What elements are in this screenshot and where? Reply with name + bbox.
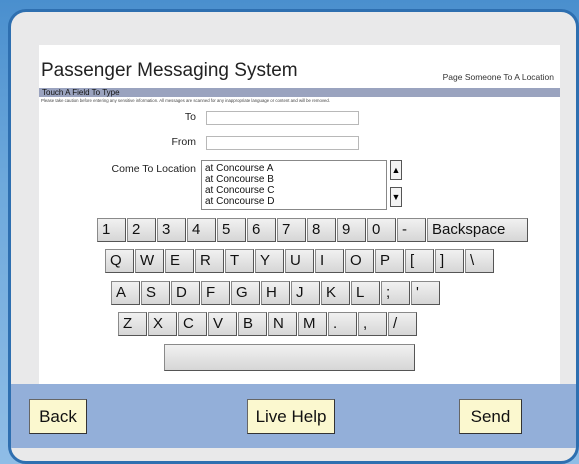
key-m[interactable]: M	[298, 312, 327, 336]
key-i[interactable]: I	[315, 249, 344, 273]
key-u[interactable]: U	[285, 249, 314, 273]
send-button[interactable]: Send	[459, 399, 522, 434]
scroll-down-button[interactable]: ▼	[390, 187, 402, 207]
key-d[interactable]: D	[171, 281, 200, 305]
instruction-text: Touch A Field To Type	[42, 88, 120, 97]
footer-bar: Back Live Help Send	[11, 384, 576, 448]
key-a[interactable]: A	[111, 281, 140, 305]
key-3[interactable]: 3	[157, 218, 186, 242]
key-o[interactable]: O	[345, 249, 374, 273]
title-bar: Passenger Messaging System Page Someone …	[39, 45, 560, 88]
key-1[interactable]: 1	[97, 218, 126, 242]
key-period[interactable]: .	[328, 312, 357, 336]
key-t[interactable]: T	[225, 249, 254, 273]
key-comma[interactable]: ,	[358, 312, 387, 336]
location-label: Come To Location	[111, 163, 196, 175]
key-z[interactable]: Z	[118, 312, 147, 336]
live-help-button[interactable]: Live Help	[247, 399, 335, 434]
key-apostrophe[interactable]: '	[411, 281, 440, 305]
key-minus[interactable]: -	[397, 218, 426, 242]
to-label: To	[184, 111, 196, 123]
page-title: Passenger Messaging System	[41, 60, 298, 81]
to-field[interactable]	[206, 111, 359, 125]
key-l[interactable]: L	[351, 281, 380, 305]
location-option[interactable]: at Concourse A	[205, 163, 386, 174]
key-0[interactable]: 0	[367, 218, 396, 242]
location-option[interactable]: at Concourse D	[205, 196, 386, 207]
key-b[interactable]: B	[238, 312, 267, 336]
key-v[interactable]: V	[208, 312, 237, 336]
location-option[interactable]: at Concourse B	[205, 174, 386, 185]
key-9[interactable]: 9	[337, 218, 366, 242]
message-screen: Passenger Messaging System Page Someone …	[39, 45, 560, 385]
key-left-bracket[interactable]: [	[405, 249, 434, 273]
key-n[interactable]: N	[268, 312, 297, 336]
location-listbox[interactable]: at Concourse A at Concourse B at Concour…	[201, 160, 387, 210]
back-button[interactable]: Back	[29, 399, 87, 434]
key-y[interactable]: Y	[255, 249, 284, 273]
key-backslash[interactable]: \	[465, 249, 494, 273]
key-7[interactable]: 7	[277, 218, 306, 242]
key-s[interactable]: S	[141, 281, 170, 305]
key-f[interactable]: F	[201, 281, 230, 305]
key-w[interactable]: W	[135, 249, 164, 273]
key-j[interactable]: J	[291, 281, 320, 305]
key-5[interactable]: 5	[217, 218, 246, 242]
key-2[interactable]: 2	[127, 218, 156, 242]
backspace-key[interactable]: Backspace	[427, 218, 528, 242]
instruction-band: Touch A Field To Type	[39, 88, 560, 97]
key-k[interactable]: K	[321, 281, 350, 305]
scroll-up-button[interactable]: ▲	[390, 160, 402, 180]
caution-notice: Please take caution before entering any …	[41, 98, 331, 103]
triangle-up-icon: ▲	[391, 165, 401, 175]
key-8[interactable]: 8	[307, 218, 336, 242]
key-p[interactable]: P	[375, 249, 404, 273]
key-semicolon[interactable]: ;	[381, 281, 410, 305]
from-label: From	[171, 136, 197, 148]
location-option[interactable]: at Concourse C	[205, 185, 386, 196]
key-r[interactable]: R	[195, 249, 224, 273]
key-g[interactable]: G	[231, 281, 260, 305]
from-field[interactable]	[206, 136, 359, 150]
key-q[interactable]: Q	[105, 249, 134, 273]
key-4[interactable]: 4	[187, 218, 216, 242]
key-e[interactable]: E	[165, 249, 194, 273]
kiosk-frame: Passenger Messaging System Page Someone …	[8, 9, 579, 464]
key-x[interactable]: X	[148, 312, 177, 336]
key-right-bracket[interactable]: ]	[435, 249, 464, 273]
key-6[interactable]: 6	[247, 218, 276, 242]
page-subtitle: Page Someone To A Location	[442, 72, 554, 82]
key-slash[interactable]: /	[388, 312, 417, 336]
key-h[interactable]: H	[261, 281, 290, 305]
space-bar[interactable]	[164, 344, 415, 371]
triangle-down-icon: ▼	[391, 192, 401, 202]
key-c[interactable]: C	[178, 312, 207, 336]
